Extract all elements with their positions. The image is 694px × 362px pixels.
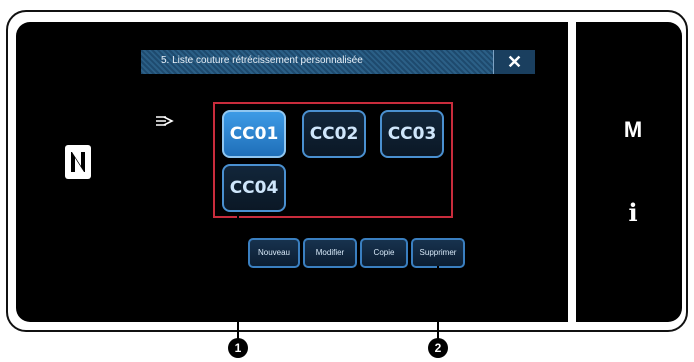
dialog-titlebar: 5. Liste couture rétrécissement personna…: [141, 50, 535, 74]
new-button[interactable]: Nouveau: [248, 238, 300, 268]
callout-1: 1: [228, 338, 248, 358]
info-button[interactable]: i: [618, 198, 648, 228]
right-side-panel: [576, 22, 682, 322]
callout-line-2: [437, 266, 439, 340]
stitch-pattern-icon: [156, 116, 174, 126]
pattern-button-cc01[interactable]: CC01: [222, 110, 286, 158]
pattern-button-cc04[interactable]: CC04: [222, 164, 286, 212]
pattern-button-cc03[interactable]: CC03: [380, 110, 444, 158]
pattern-button-cc02[interactable]: CC02: [302, 110, 366, 158]
edit-button[interactable]: Modifier: [303, 238, 357, 268]
copy-button[interactable]: Copie: [360, 238, 408, 268]
delete-button[interactable]: Supprimer: [411, 238, 465, 268]
nfc-icon: [65, 145, 91, 179]
dialog-title: 5. Liste couture rétrécissement personna…: [161, 55, 363, 66]
mode-button[interactable]: M: [618, 115, 648, 145]
close-button[interactable]: ✕: [493, 50, 535, 74]
callout-2: 2: [428, 338, 448, 358]
callout-line-1: [237, 216, 239, 340]
close-icon: ✕: [506, 52, 523, 72]
